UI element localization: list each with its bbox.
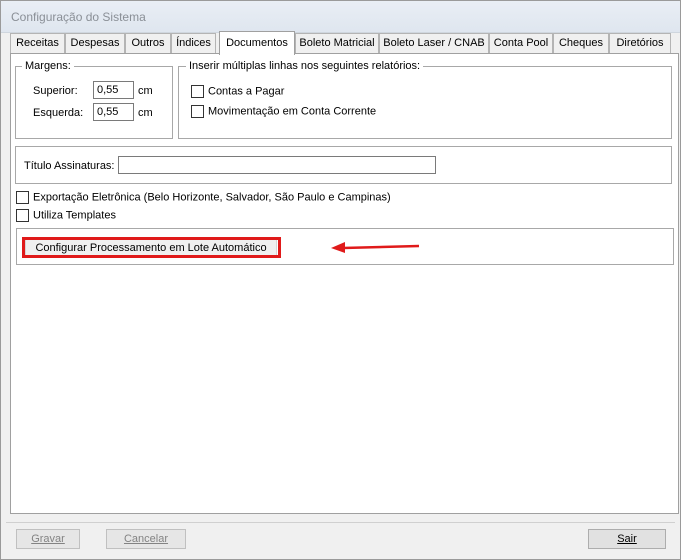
footer-bar: Gravar Cancelar Sair [6,522,675,555]
contas-a-pagar-label: Contas a Pagar [208,85,285,98]
cancelar-label: Cancelar [123,533,169,545]
esquerda-label: Esquerda: [33,107,84,119]
exportacao-checkbox[interactable] [16,191,29,204]
titulo-assinaturas-label: Título Assinaturas: [24,160,115,172]
superior-label: Superior: [33,85,78,97]
movimentacao-label: Movimentação em Conta Corrente [208,105,377,118]
gravar-label: Gravar [31,533,65,545]
sair-label: Sair [617,533,637,545]
movimentacao-checkbox[interactable] [191,105,204,118]
titulo-assinaturas-input[interactable] [118,156,436,174]
tab-diretorios[interactable]: Diretórios [609,33,671,54]
margins-group-label: Margens: [22,60,74,73]
config-lote-button[interactable]: Configurar Processamento em Lote Automát… [25,238,277,258]
exportacao-label: Exportação Eletrônica (Belo Horizonte, S… [33,191,391,204]
exportacao-row[interactable]: Exportação Eletrônica (Belo Horizonte, S… [16,191,391,205]
templates-checkbox[interactable] [16,209,29,222]
movimentacao-row[interactable]: Movimentação em Conta Corrente [191,105,376,119]
annotation-arrow-icon [331,242,420,253]
multi-lines-group-label: Inserir múltiplas linhas nos seguintes r… [186,60,424,73]
tab-conta-pool[interactable]: Conta Pool [489,33,553,54]
tab-cheques[interactable]: Cheques [553,33,609,54]
multi-lines-group [178,66,672,139]
window-title: Configuração do Sistema [11,10,146,24]
templates-row[interactable]: Utiliza Templates [16,209,116,223]
tab-boleto-matricial[interactable]: Boleto Matricial [295,33,379,54]
templates-label: Utiliza Templates [33,209,116,222]
gravar-button[interactable]: Gravar [16,529,80,549]
superior-input[interactable] [93,81,134,99]
tab-outros[interactable]: Outros [125,33,171,54]
config-window: Configuração do Sistema Receitas Despesa… [0,0,681,560]
tab-boleto-laser-cnab[interactable]: Boleto Laser / CNAB [379,33,489,54]
tab-documentos[interactable]: Documentos [219,31,295,55]
tab-indices[interactable]: Índices [171,33,216,54]
documentos-panel: Margens: Superior: cm Esquerda: cm Inser… [10,53,679,514]
sair-button[interactable]: Sair [588,529,666,549]
cancelar-button[interactable]: Cancelar [106,529,186,549]
tab-receitas[interactable]: Receitas [10,33,65,54]
superior-unit: cm [138,85,153,97]
contas-a-pagar-row[interactable]: Contas a Pagar [191,85,284,99]
contas-a-pagar-checkbox[interactable] [191,85,204,98]
esquerda-input[interactable] [93,103,134,121]
esquerda-unit: cm [138,107,153,119]
title-bar: Configuração do Sistema [1,1,680,33]
tab-despesas[interactable]: Despesas [65,33,125,54]
